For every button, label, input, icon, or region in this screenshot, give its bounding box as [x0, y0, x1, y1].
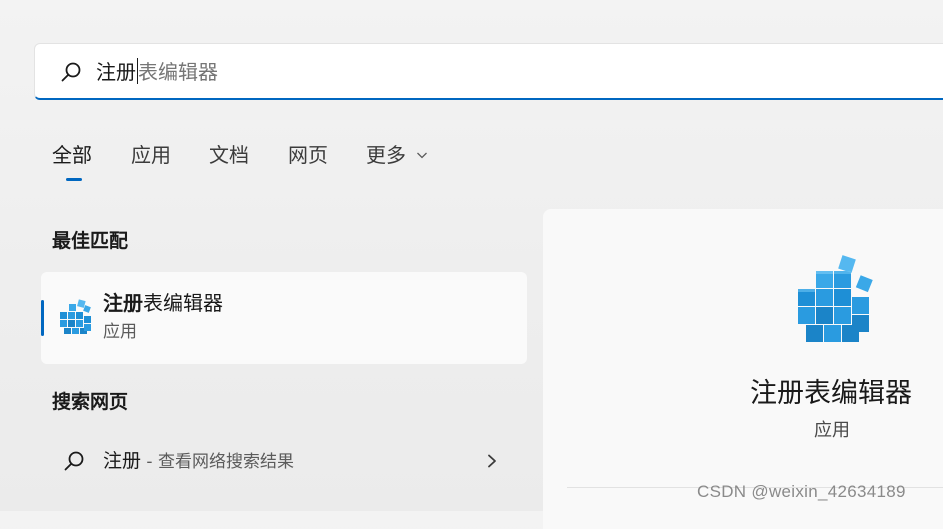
selection-indicator [41, 300, 44, 336]
web-search-query: 注册 [103, 450, 142, 472]
best-match-title: 注册表编辑器 [103, 289, 223, 317]
tab-more[interactable]: 更多 [366, 141, 428, 169]
search-typed-text: 注册 [96, 60, 136, 84]
tab-documents-label: 文档 [209, 143, 249, 167]
tab-web-label: 网页 [288, 143, 328, 167]
chevron-right-icon[interactable] [485, 453, 499, 469]
search-input[interactable]: 注册 表编辑器 [96, 58, 218, 86]
search-icon [64, 451, 84, 471]
best-match-subtitle: 应用 [103, 322, 137, 342]
tab-all-label: 全部 [52, 143, 92, 167]
detail-title: 注册表编辑器 [750, 378, 912, 409]
best-match-result[interactable]: 注册表编辑器 应用 [41, 272, 527, 364]
best-match-heading: 最佳匹配 [52, 230, 129, 252]
search-completion-text: 表编辑器 [138, 60, 218, 84]
registry-editor-icon [798, 255, 873, 342]
tab-apps-label: 应用 [131, 143, 171, 167]
chevron-down-icon [417, 152, 428, 159]
tab-more-label: 更多 [366, 143, 406, 167]
search-bar[interactable]: 注册 表编辑器 [34, 43, 943, 100]
web-search-separator: - [141, 452, 158, 472]
web-search-result[interactable]: 注册 - 查看网络搜索结果 [41, 438, 527, 484]
web-search-heading: 搜索网页 [52, 391, 129, 413]
detail-subtitle: 应用 [814, 420, 850, 441]
tab-all[interactable]: 全部 [52, 141, 92, 169]
best-match-title-rest: 表编辑器 [143, 291, 223, 315]
web-search-text: 注册 - 查看网络搜索结果 [103, 447, 294, 476]
web-search-hint: 查看网络搜索结果 [157, 452, 294, 472]
registry-editor-icon [60, 299, 91, 334]
tab-documents[interactable]: 文档 [209, 141, 249, 169]
search-icon [61, 62, 81, 82]
tab-web[interactable]: 网页 [288, 141, 328, 169]
watermark: CSDN @weixin_42634189 [697, 482, 906, 501]
tab-apps[interactable]: 应用 [131, 141, 171, 169]
best-match-title-match: 注册 [103, 291, 143, 315]
active-tab-indicator [66, 178, 82, 181]
